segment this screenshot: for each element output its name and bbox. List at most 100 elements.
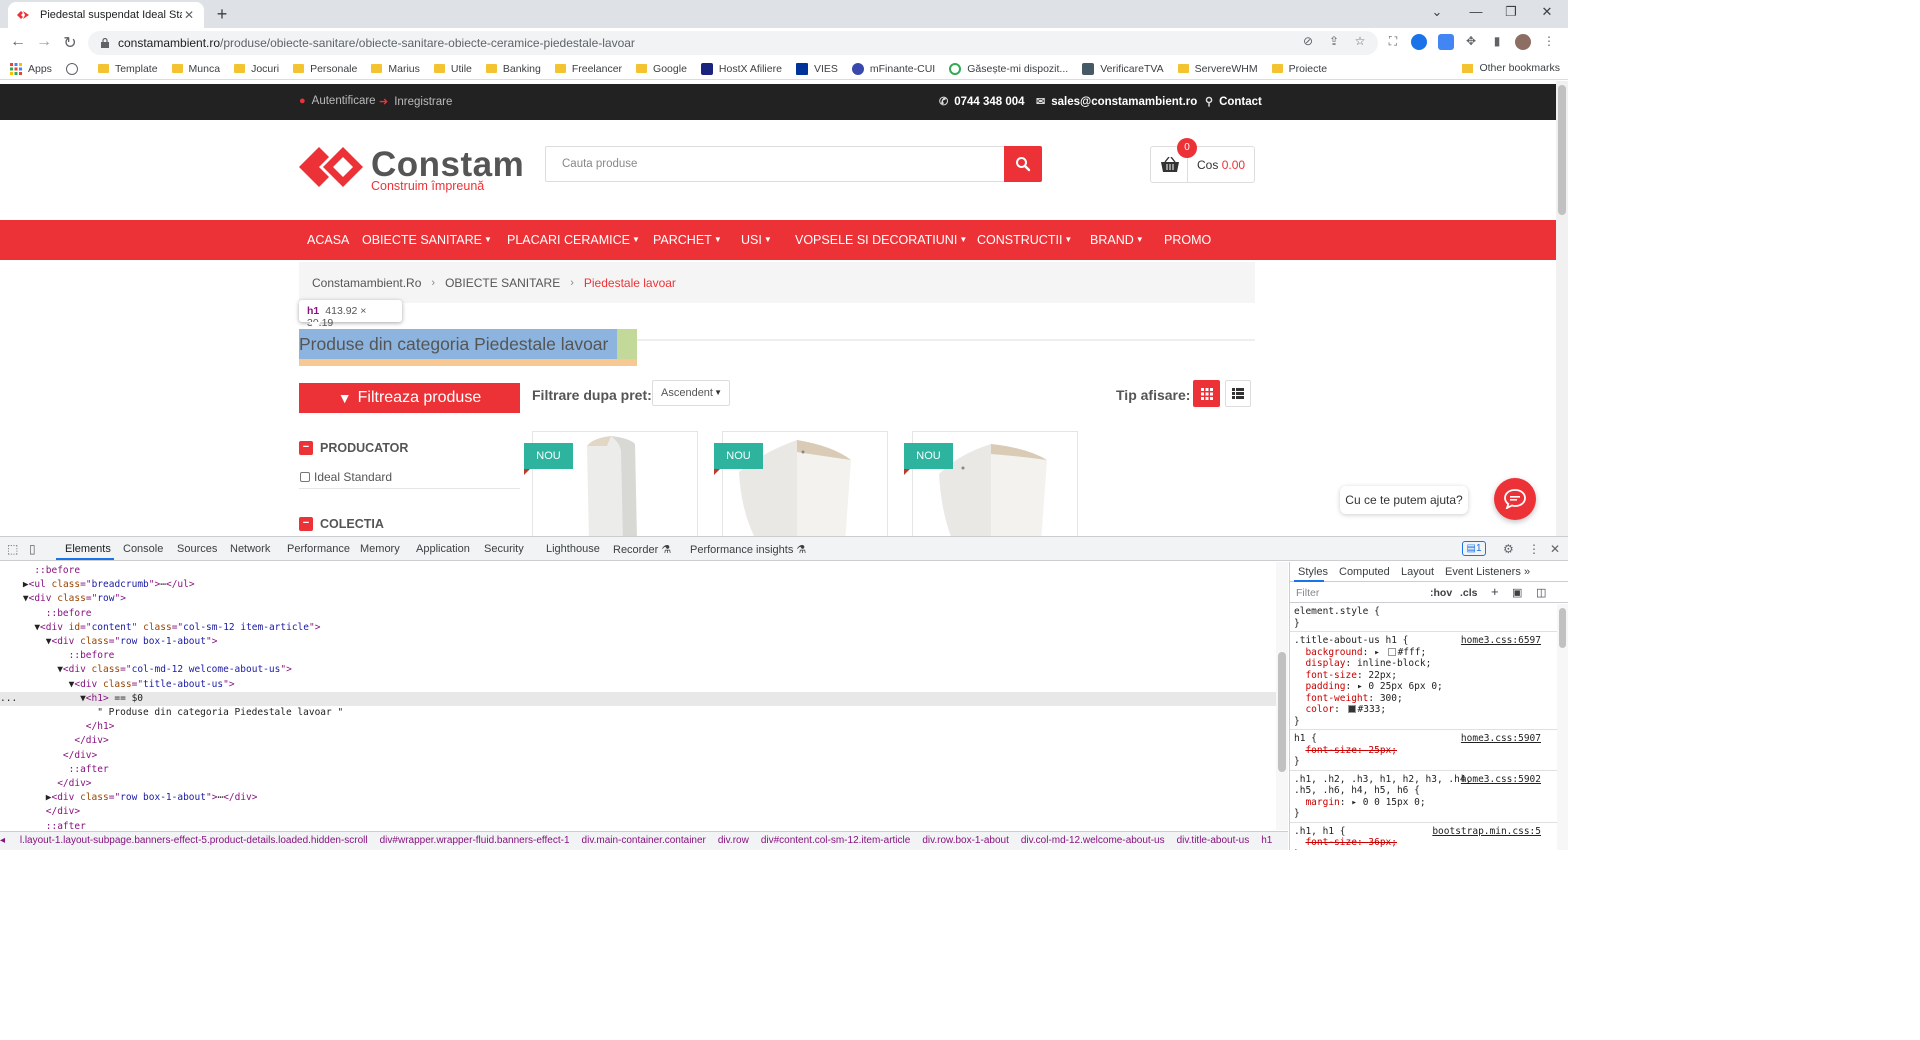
browser-tab-active[interactable]: Piedestal suspendat Ideal Standa ✕ [8,2,204,28]
bookmark-servere-whm[interactable]: ServereWHM [1177,63,1258,75]
tab-styles[interactable]: Styles [1298,566,1328,578]
add-rule-icon[interactable]: + [1491,584,1499,599]
dom-node-line[interactable]: ▶<ul class="breadcrumb">⋯</ul> [0,578,1276,592]
tab-performance[interactable]: Performance [287,543,350,555]
element-crumb[interactable]: h1 [1261,835,1272,846]
bookmark-munca[interactable]: Munca [171,63,220,75]
bookmark-marius[interactable]: Marius [371,63,420,75]
tab-layout[interactable]: Layout [1401,566,1434,578]
css-line[interactable]: } [1294,618,1556,630]
css-line[interactable]: .h1, h1 {bootstrap.min.css:5 [1294,826,1556,838]
css-line[interactable]: } [1294,756,1556,768]
css-line[interactable]: font-size: 22px; [1294,670,1556,682]
avatar[interactable] [1515,34,1531,50]
search-input[interactable] [546,147,1005,181]
restore-window-icon[interactable]: ❐ [1501,4,1521,20]
css-line[interactable]: color: #333; [1294,704,1556,716]
dom-node-line[interactable]: ::after [0,820,1276,830]
dom-node-line[interactable]: </h1> [0,720,1276,734]
tab-performance-insights[interactable]: Performance insights ⚗ [690,543,806,556]
css-line[interactable]: display: inline-block; [1294,658,1556,670]
bookmark-chrome[interactable] [65,62,84,75]
class-toggle[interactable]: .cls [1460,587,1478,599]
side-panel-icon[interactable]: ▮ [1489,34,1505,48]
chat-prompt-bubble[interactable]: Cu ce te putem ajuta? [1340,486,1468,514]
css-source-link[interactable]: home3.css:5902 [1461,774,1541,786]
page-scrollbar[interactable] [1556,81,1568,536]
element-crumb[interactable]: l.layout-1.layout-subpage.banners-effect… [20,835,368,846]
back-arrow-icon[interactable]: ← [8,33,28,51]
filter-products-button[interactable]: ▼ Filtreaza produse [299,383,520,413]
css-source-link[interactable]: home3.css:6597 [1461,635,1541,647]
bookmark-jocuri[interactable]: Jocuri [234,63,279,75]
styles-scrollbar-thumb[interactable] [1559,608,1566,648]
css-line[interactable]: .h5, .h6, h4, h5, h6 { [1294,785,1556,797]
extension-icon[interactable] [1438,34,1454,50]
css-source-link[interactable]: home3.css:5907 [1461,733,1541,745]
dom-node-line[interactable]: ::before [0,607,1276,621]
chat-launcher-button[interactable] [1494,478,1536,520]
element-crumb[interactable]: div#content.col-sm-12.item-article [761,835,911,846]
dom-node-line[interactable]: ▼<div class="row"> [0,592,1276,606]
inspect-element-icon[interactable]: ⬚ [7,542,18,556]
nav-item-constructii[interactable]: CONSTRUCTII ▼ [977,233,1072,247]
nav-item-acasa[interactable]: ACASA [307,233,349,247]
bookmark-mfinante[interactable]: mFinante-CUI [851,62,935,75]
nav-item-brand[interactable]: BRAND ▼ [1090,233,1144,247]
puzzle-icon[interactable]: ✥ [1463,34,1479,48]
forward-arrow-icon[interactable]: → [34,33,54,51]
phone-link[interactable]: ✆ 0744 348 004 [939,95,1025,109]
tab-application[interactable]: Application [416,543,470,555]
element-crumb[interactable]: div.row.box-1-about [922,835,1009,846]
css-line[interactable]: font-size: 25px; [1294,745,1556,757]
dom-node-line[interactable]: ::before [0,649,1276,663]
css-line[interactable]: h1 {home3.css:5907 [1294,733,1556,745]
bookmark-google[interactable]: Google [636,63,687,75]
device-toolbar-icon[interactable]: ▯ [29,542,36,556]
nav-item-placari-ceramice[interactable]: PLACARI CERAMICE ▼ [507,233,640,247]
css-line[interactable]: background: ▸ #fff; [1294,647,1556,659]
kebab-menu-icon[interactable]: ⋮ [1541,34,1557,48]
css-line[interactable]: font-weight: 300; [1294,693,1556,705]
login-link[interactable]: ● Autentificare [299,95,376,107]
tab-network[interactable]: Network [230,543,270,555]
bookmark-star-icon[interactable]: ☆ [1352,34,1368,48]
bookmark-apps[interactable]: Apps [10,62,52,75]
dom-node-line[interactable]: </div> [0,805,1276,819]
nav-item-promo[interactable]: PROMO [1164,233,1211,247]
bookmark-banking[interactable]: Banking [485,63,541,75]
tab-console[interactable]: Console [123,543,163,555]
element-crumb[interactable]: div.main-container.container [582,835,706,846]
issues-badge[interactable]: ▤1 [1462,541,1486,556]
list-view-button[interactable] [1225,380,1251,407]
dom-tree-scrollbar-thumb[interactable] [1278,652,1286,772]
styles-scrollbar[interactable] [1557,604,1568,850]
site-logo[interactable]: Constam Construim împreună [299,143,529,193]
tab-close-icon[interactable]: ✕ [182,8,196,22]
breadcrumb-home[interactable]: Constamambient.Ro [312,276,421,290]
tab-memory[interactable]: Memory [360,543,400,555]
dom-node-line[interactable]: </div> [0,749,1276,763]
bookmark-find-device[interactable]: Găsește-mi dispozit... [949,62,1068,75]
bookmark-vies[interactable]: VIES [795,62,838,75]
element-crumb[interactable]: div.col-md-12.welcome-about-us [1021,835,1165,846]
nav-item-usi[interactable]: USI ▼ [741,233,772,247]
facet-option-ideal-standard[interactable]: Ideal Standard [300,470,392,484]
dom-node-line[interactable]: ▼<div class="title-about-us"> [0,678,1276,692]
tab-search-chevron-icon[interactable]: ⌄ [1427,4,1447,20]
elements-dom-tree[interactable]: ::before ▶<ul class="breadcrumb">⋯</ul> … [0,562,1276,830]
css-line[interactable]: } [1294,716,1556,728]
dom-tree-scrollbar[interactable] [1276,562,1288,830]
dom-node-line[interactable]: ▶<div class="row box-1-about">⋯</div> [0,791,1276,805]
tab-lighthouse[interactable]: Lighthouse [546,543,600,555]
css-line[interactable]: padding: ▸ 0 25px 6px 0; [1294,681,1556,693]
bookmark-personale[interactable]: Personale [293,63,357,75]
cart-button[interactable]: 0 Cos 0.00 [1150,138,1255,183]
contact-link[interactable]: ⚲ Contact [1205,95,1262,109]
email-link[interactable]: ✉ sales@constamambient.ro [1036,95,1197,109]
css-line[interactable]: .h1, .h2, .h3, h1, h2, h3, .h4, home3.css… [1294,774,1556,786]
dom-node-line[interactable]: ▼<div class="row box-1-about"> [0,635,1276,649]
gear-icon[interactable]: ⚙ [1503,542,1514,556]
dom-node-line[interactable]: ::after [0,763,1276,777]
other-bookmarks[interactable]: Other bookmarks [1462,62,1560,74]
